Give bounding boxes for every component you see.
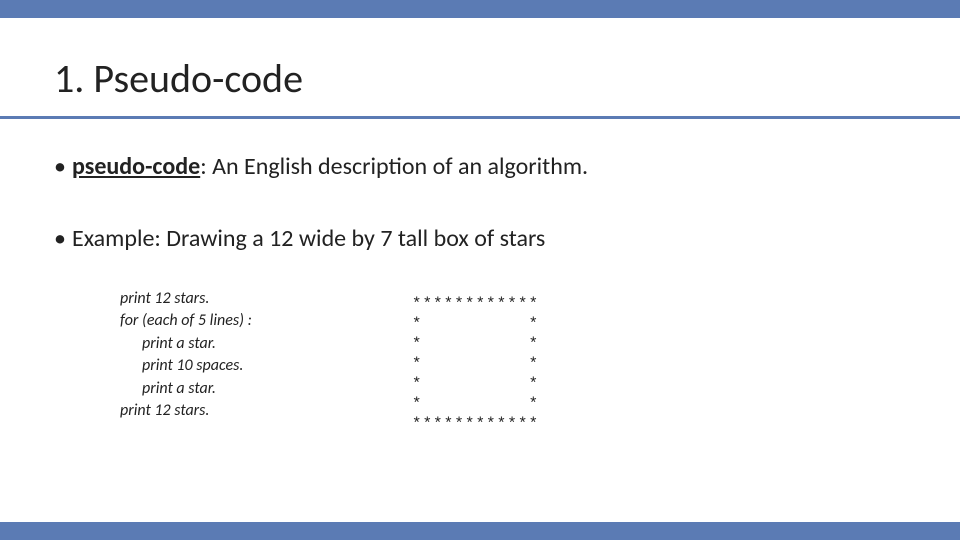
star-box-output: ************ * * * * * * * * * * *******…	[412, 294, 539, 434]
title-underline	[0, 116, 960, 119]
pseudo-line: print 12 stars.	[120, 400, 252, 422]
slide-content: •pseudo-code: An English description of …	[54, 134, 906, 434]
example-columns: print 12 stars. for (each of 5 lines) : …	[54, 288, 906, 434]
term-pseudo-code: pseudo-code	[72, 152, 200, 181]
top-stripe	[0, 0, 960, 18]
pseudo-line: for (each of 5 lines) :	[120, 310, 252, 332]
bullet-dot: •	[54, 224, 72, 254]
bullet-definition: •pseudo-code: An English description of …	[54, 152, 906, 182]
pseudo-line: print 12 stars.	[120, 288, 252, 310]
pseudo-code-block: print 12 stars. for (each of 5 lines) : …	[120, 288, 252, 434]
bullet-example: •Example: Drawing a 12 wide by 7 tall bo…	[54, 224, 906, 254]
slide-title: 1. Pseudo-code	[54, 54, 303, 103]
bottom-stripe	[0, 522, 960, 540]
pseudo-line: print a star.	[120, 333, 252, 355]
example-text: Example: Drawing a 12 wide by 7 tall box…	[72, 224, 545, 253]
pseudo-line: print 10 spaces.	[120, 355, 252, 377]
pseudo-line: print a star.	[120, 378, 252, 400]
bullet-dot: •	[54, 152, 72, 182]
definition-text: : An English description of an algorithm…	[200, 152, 588, 181]
